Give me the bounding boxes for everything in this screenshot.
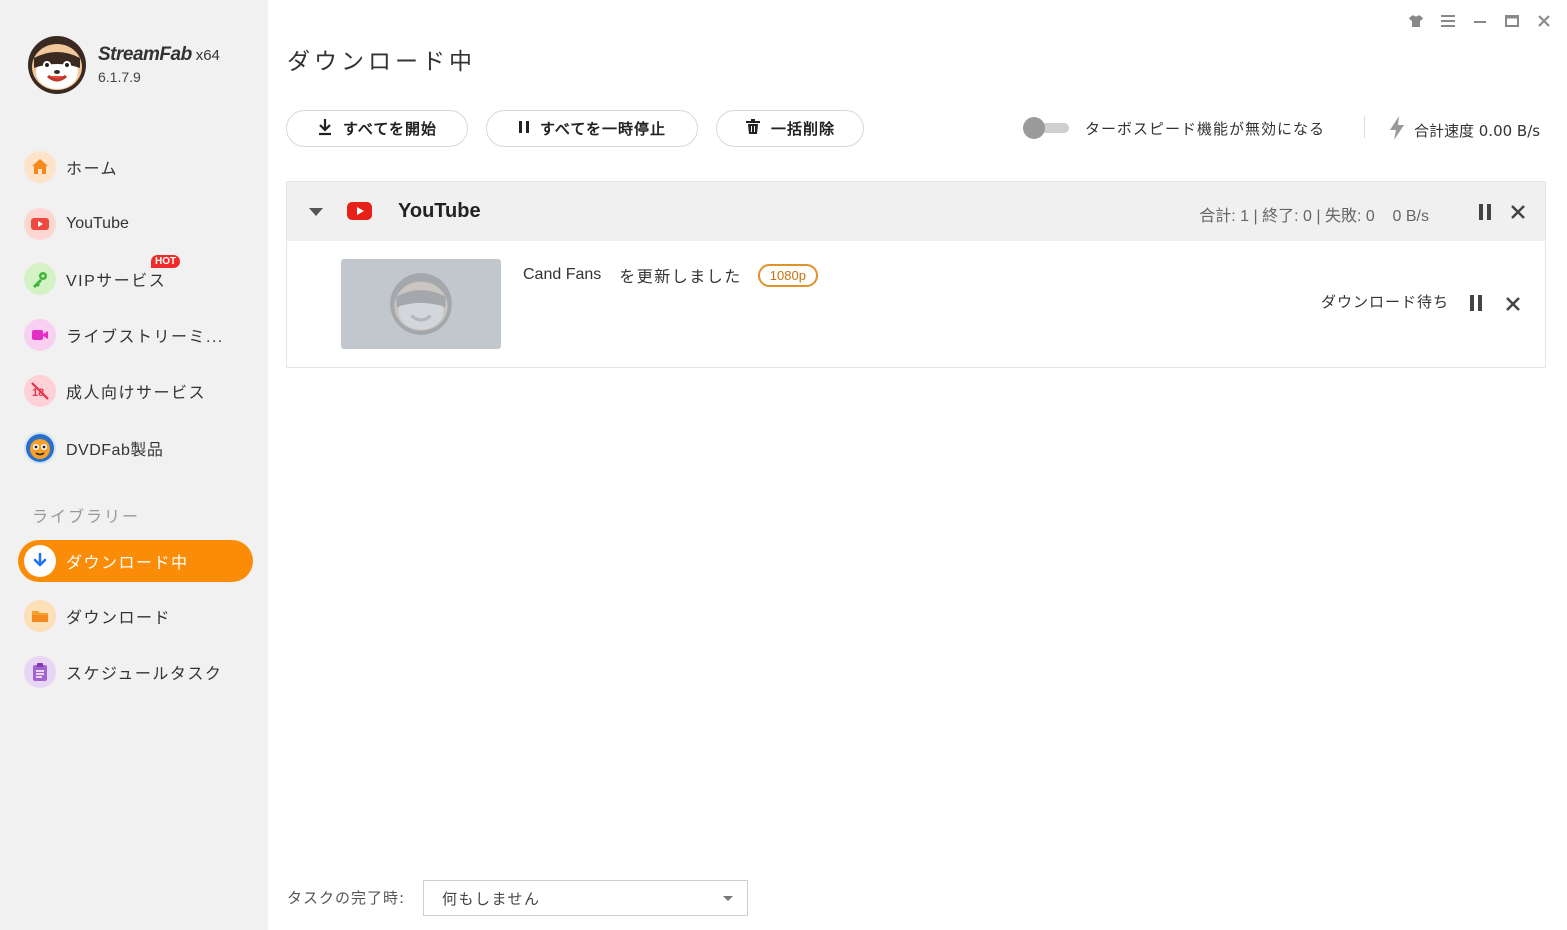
turbo-speed-toggle[interactable] xyxy=(1023,116,1069,140)
app-version: 6.1.7.9 xyxy=(98,69,141,85)
close-icon xyxy=(1511,205,1525,219)
maximize-icon[interactable] xyxy=(1503,12,1521,30)
close-icon[interactable] xyxy=(1535,12,1553,30)
toolbar-divider xyxy=(1364,116,1365,138)
download-arrow-icon xyxy=(24,545,56,577)
task-completion-label: タスクの完了時: xyxy=(287,889,406,907)
delete-all-label: 一括削除 xyxy=(770,120,835,138)
task-title: Cand Fans を更新しました 1080p xyxy=(523,263,818,287)
home-icon xyxy=(24,151,56,183)
task-row: Cand Fans を更新しました 1080p ダウンロード待ち xyxy=(287,241,1545,368)
close-icon xyxy=(1506,297,1520,311)
window-controls xyxy=(1407,12,1553,30)
video-camera-icon xyxy=(24,319,56,351)
page-title: ダウンロード中 xyxy=(287,49,476,75)
delete-all-button[interactable]: 一括削除 xyxy=(716,110,864,147)
key-icon xyxy=(24,263,56,295)
youtube-logo-icon xyxy=(347,202,372,224)
collapse-arrow-icon[interactable] xyxy=(309,208,323,216)
library-section-label: ライブラリー xyxy=(32,507,141,526)
task-close-button[interactable] xyxy=(1503,294,1523,314)
turbo-speed-label: ターボスピード機能が無効になる xyxy=(1085,119,1326,138)
sidebar-item-dvdfab[interactable]: DVDFab製品 xyxy=(18,427,253,469)
group-stats: 合計: 1 | 終了: 0 | 失敗: 0 0 B/s xyxy=(1199,208,1429,225)
dvdfab-logo-icon xyxy=(24,432,56,464)
pause-icon xyxy=(1479,204,1491,220)
chevron-down-icon xyxy=(723,896,733,901)
sidebar-item-label: VIPサービス xyxy=(66,273,167,290)
sidebar-item-live-streaming[interactable]: ライブストリーミ... xyxy=(18,314,253,356)
sidebar-item-label: ダウンロード中 xyxy=(66,555,189,572)
turbo-speed-setting: ターボスピード機能が無効になる xyxy=(1023,116,1325,140)
brand-name: StreamFab xyxy=(98,44,192,65)
hot-badge: HOT xyxy=(151,255,181,268)
task-completion-value: 何もしません xyxy=(442,889,541,908)
sidebar-item-vip[interactable]: VIPサービス HOT xyxy=(18,255,253,300)
folder-icon xyxy=(24,600,56,632)
group-close-button[interactable] xyxy=(1508,202,1528,222)
group-pause-button[interactable] xyxy=(1475,202,1495,222)
task-name: Cand Fans xyxy=(523,266,602,283)
placeholder-sloth-icon xyxy=(390,273,452,335)
streamfab-logo-icon xyxy=(26,34,88,96)
start-all-label: すべてを開始 xyxy=(342,120,438,138)
brand-arch: x64 xyxy=(195,47,220,64)
toggle-knob xyxy=(1023,117,1045,139)
clipboard-icon xyxy=(24,656,56,688)
total-speed-label: 合計速度 0.00 B/s xyxy=(1414,121,1541,140)
adult-restricted-icon: 18 xyxy=(24,375,56,407)
sidebar-item-schedule[interactable]: スケジュールタスク xyxy=(18,651,253,693)
sidebar-item-youtube[interactable]: YouTube xyxy=(18,203,253,245)
sidebar-item-label: ダウンロード xyxy=(66,610,172,627)
start-all-button[interactable]: すべてを開始 xyxy=(286,110,468,147)
skin-shirt-icon[interactable] xyxy=(1407,12,1425,30)
pause-icon xyxy=(1470,295,1482,311)
task-completion-select[interactable]: 何もしません xyxy=(423,880,748,916)
sidebar-item-label: ホーム xyxy=(66,161,119,178)
trash-icon xyxy=(745,118,761,139)
sidebar-item-downloading[interactable]: ダウンロード中 xyxy=(18,540,253,582)
lightning-icon xyxy=(1388,115,1406,145)
pause-icon xyxy=(518,119,530,138)
sidebar-item-label: スケジュールタスク xyxy=(66,666,223,683)
group-title: YouTube xyxy=(398,200,481,222)
task-subtitle: を更新しました xyxy=(619,269,742,286)
video-thumbnail xyxy=(341,259,501,349)
task-status: ダウンロード待ち xyxy=(1320,293,1449,311)
pause-all-label: すべてを一時停止 xyxy=(539,120,667,138)
resolution-badge: 1080p xyxy=(757,263,818,287)
sidebar-item-downloaded[interactable]: ダウンロード xyxy=(18,595,253,637)
sidebar: StreamFab x64 6.1.7.9 ホーム YouTube VIPサービス… xyxy=(0,0,268,930)
sidebar-item-label: ライブストリーミ... xyxy=(66,329,224,346)
sidebar-item-label: DVDFab製品 xyxy=(66,442,164,459)
sidebar-item-label: YouTube xyxy=(66,215,129,232)
group-header: YouTube 合計: 1 | 終了: 0 | 失敗: 0 0 B/s xyxy=(287,182,1545,241)
minimize-icon[interactable] xyxy=(1471,12,1489,30)
sidebar-item-adult[interactable]: 18 成人向けサービス xyxy=(18,370,253,412)
download-group: YouTube 合計: 1 | 終了: 0 | 失敗: 0 0 B/s Cand… xyxy=(286,181,1546,368)
pause-all-button[interactable]: すべてを一時停止 xyxy=(486,110,698,147)
menu-icon[interactable] xyxy=(1439,12,1457,30)
sidebar-item-label: 成人向けサービス xyxy=(66,385,207,402)
brand: StreamFab x64 6.1.7.9 xyxy=(98,44,220,85)
youtube-icon xyxy=(24,208,56,240)
download-icon xyxy=(317,118,333,140)
sidebar-item-home[interactable]: ホーム xyxy=(18,146,253,188)
total-speed: 合計速度 0.00 B/s xyxy=(1388,115,1540,145)
task-pause-button[interactable] xyxy=(1466,293,1486,313)
